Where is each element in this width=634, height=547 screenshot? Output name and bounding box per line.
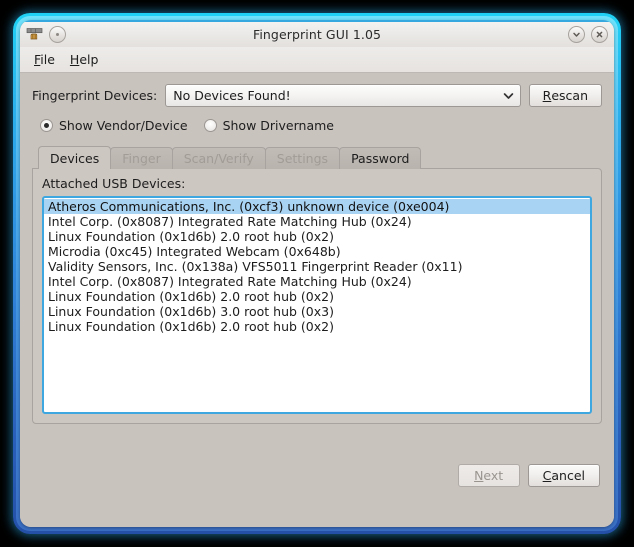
chevron-down-icon <box>503 92 513 99</box>
window-title: Fingerprint GUI 1.05 <box>252 27 382 42</box>
tab-finger: Finger <box>110 147 173 169</box>
list-item[interactable]: Linux Foundation (0x1d6b) 3.0 root hub (… <box>44 304 590 319</box>
close-icon[interactable] <box>591 26 608 43</box>
cancel-button-mnemonic: C <box>542 468 552 483</box>
display-mode-radio-group: Show Vendor/Device Show Drivername <box>32 118 602 133</box>
dialog-action-bar: Next Cancel <box>32 424 602 527</box>
tab-devices[interactable]: Devices <box>38 146 112 169</box>
next-button-mnemonic: N <box>474 468 484 483</box>
list-item[interactable]: Intel Corp. (0x8087) Integrated Rate Mat… <box>44 214 590 229</box>
list-item[interactable]: Linux Foundation (0x1d6b) 2.0 root hub (… <box>44 289 590 304</box>
fingerprint-devices-select-value: No Devices Found! <box>173 88 291 103</box>
fingerprint-devices-row: Fingerprint Devices: No Devices Found! R… <box>32 84 602 107</box>
cancel-button-label: ancel <box>551 468 585 483</box>
radio-show-vendor-device-indicator <box>40 119 53 132</box>
tab-password[interactable]: Password <box>339 147 422 169</box>
tab-scan-verify: Scan/Verify <box>171 147 266 169</box>
radio-show-drivername-label: Show Drivername <box>222 118 334 133</box>
radio-show-vendor-device[interactable]: Show Vendor/Device <box>40 118 188 133</box>
radio-show-drivername-indicator <box>203 119 217 132</box>
fingerprint-devices-select[interactable]: No Devices Found! <box>165 84 521 107</box>
radio-show-vendor-device-label: Show Vendor/Device <box>59 118 188 133</box>
next-button-label: ext <box>483 468 504 483</box>
tab-strip: Devices Finger Scan/Verify Settings Pass… <box>32 146 602 169</box>
menu-item-file-mnemonic: F <box>34 52 41 67</box>
fingerprint-gui-window: Fingerprint GUI 1.05 File Help Fingerpri… <box>20 20 614 527</box>
fingerprint-scanner-icon <box>26 28 43 40</box>
title-bar[interactable]: Fingerprint GUI 1.05 <box>20 20 614 47</box>
list-item[interactable]: Linux Foundation (0x1d6b) 2.0 root hub (… <box>44 229 590 244</box>
fingerprint-devices-label: Fingerprint Devices: <box>32 88 158 103</box>
next-button: Next <box>457 464 520 487</box>
title-bar-right-controls <box>544 26 608 43</box>
list-item[interactable]: Atheros Communications, Inc. (0xcf3) unk… <box>44 199 590 214</box>
attached-usb-devices-list[interactable]: Atheros Communications, Inc. (0xcf3) unk… <box>42 196 592 414</box>
radio-show-drivername[interactable]: Show Drivername <box>203 118 334 133</box>
menu-item-help-mnemonic: H <box>69 52 80 67</box>
devices-tab-panel: Attached USB Devices: Atheros Communicat… <box>32 168 602 424</box>
list-item[interactable]: Intel Corp. (0x8087) Integrated Rate Mat… <box>44 274 590 289</box>
menu-item-help[interactable]: Help <box>66 50 110 69</box>
cancel-button[interactable]: Cancel <box>527 464 600 487</box>
rescan-button-label: escan <box>551 88 588 103</box>
attached-usb-devices-label: Attached USB Devices: <box>42 176 186 191</box>
dialog-body: Fingerprint Devices: No Devices Found! R… <box>20 73 614 527</box>
window-menu-icon[interactable] <box>49 26 66 43</box>
chevron-down-icon[interactable] <box>568 26 585 43</box>
title-bar-left-controls <box>26 26 90 43</box>
list-item[interactable]: Microdia (0xc45) Integrated Webcam (0x64… <box>44 244 590 259</box>
rescan-button[interactable]: Rescan <box>528 84 602 107</box>
desktop-background: Fingerprint GUI 1.05 File Help Fingerpri… <box>0 0 634 547</box>
list-item[interactable]: Linux Foundation (0x1d6b) 2.0 root hub (… <box>44 319 590 334</box>
tab-settings: Settings <box>264 147 341 169</box>
menu-bar: File Help <box>20 47 614 73</box>
rescan-button-mnemonic: R <box>542 88 552 103</box>
menu-item-file[interactable]: File <box>30 50 66 69</box>
list-item[interactable]: Validity Sensors, Inc. (0x138a) VFS5011 … <box>44 259 590 274</box>
